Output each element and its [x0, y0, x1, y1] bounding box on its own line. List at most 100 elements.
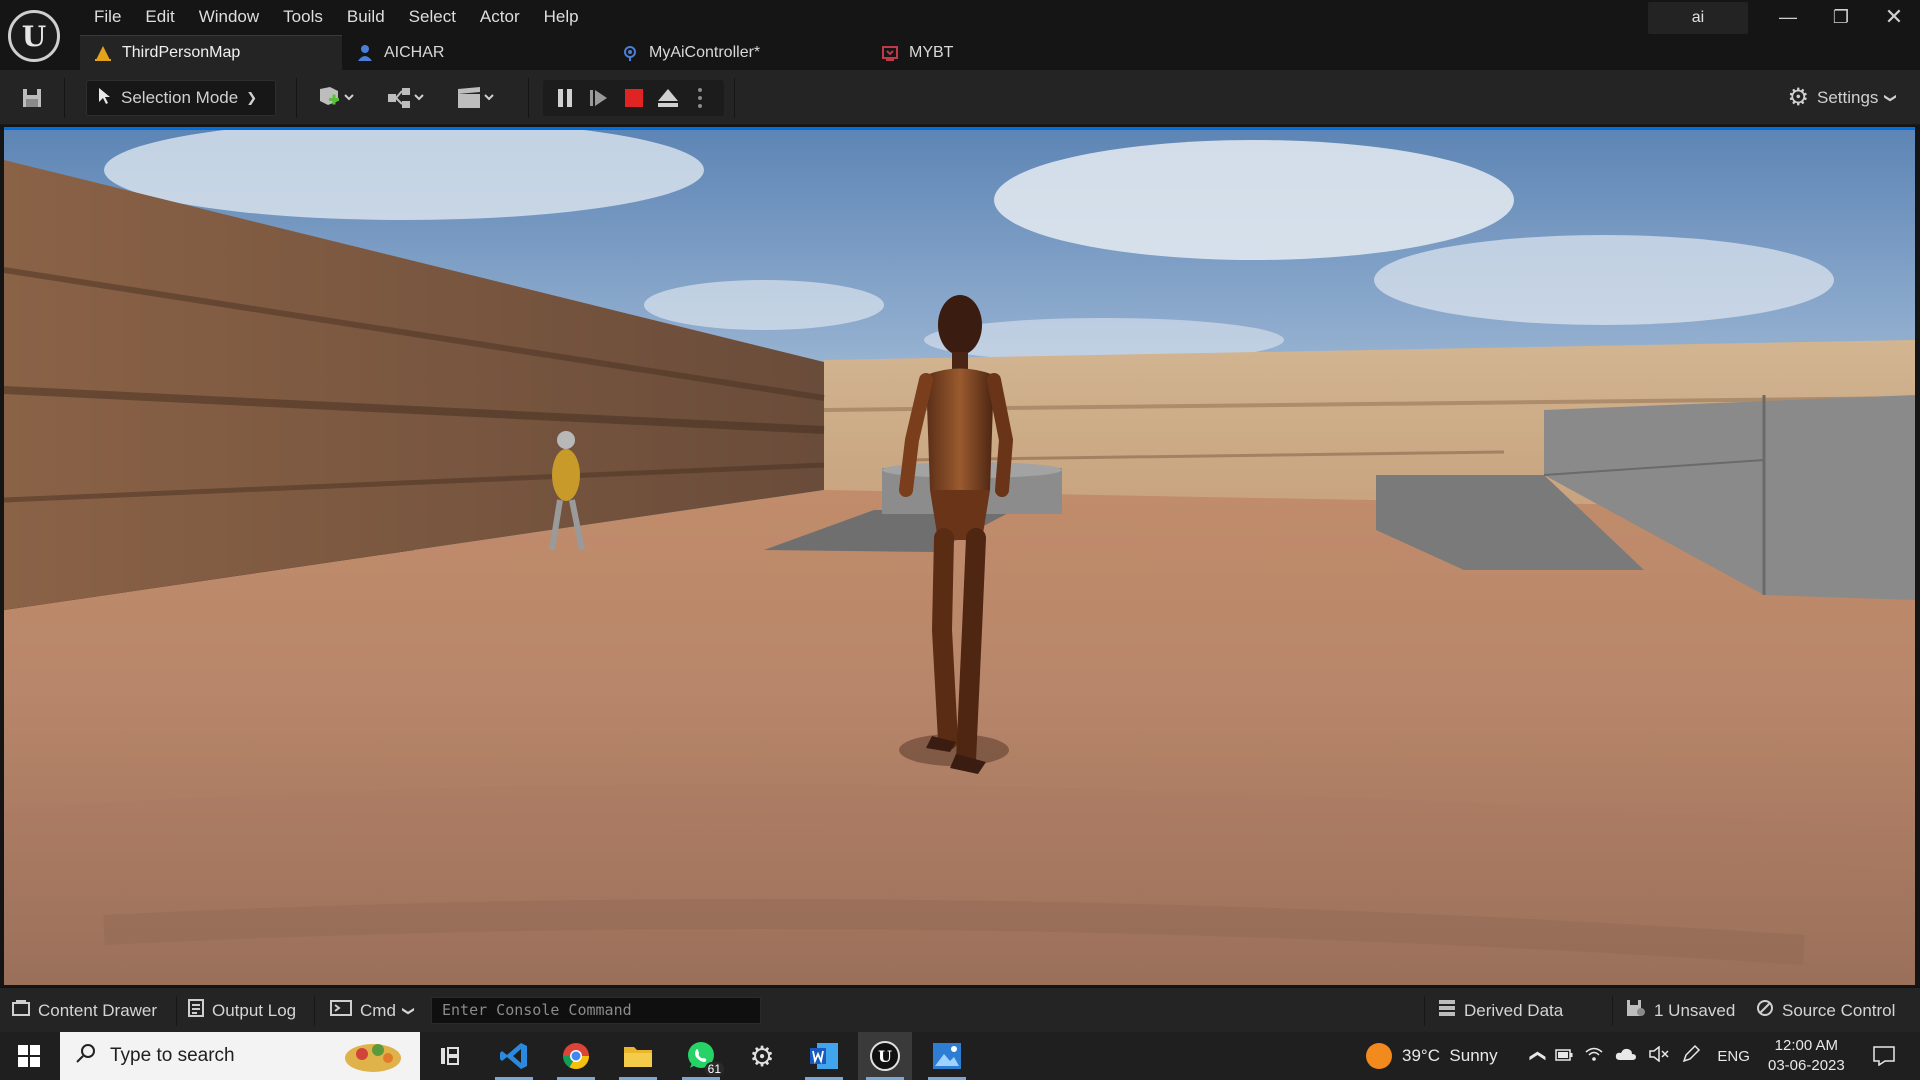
- tab-aichar[interactable]: AICHAR: [342, 35, 607, 70]
- tab-thirdpersonmap[interactable]: ThirdPersonMap: [80, 35, 342, 70]
- menu-build[interactable]: Build: [335, 5, 397, 29]
- menu-window[interactable]: Window: [187, 5, 271, 29]
- menu-edit[interactable]: Edit: [133, 5, 186, 29]
- selection-mode-dropdown[interactable]: Selection Mode ❯: [86, 80, 276, 116]
- cinematics-button[interactable]: [452, 80, 500, 116]
- step-frame-icon[interactable]: [585, 80, 613, 116]
- menu-select[interactable]: Select: [397, 5, 468, 29]
- weather-label: 39°C Sunny: [1402, 1046, 1498, 1065]
- level-toolbar: Selection Mode ❯ ⚙ Settings ❯: [0, 70, 1920, 125]
- tab-label: ThirdPersonMap: [122, 44, 241, 61]
- task-view-icon[interactable]: [424, 1032, 478, 1080]
- menu-tools[interactable]: Tools: [271, 5, 335, 29]
- onedrive-icon[interactable]: [1615, 1046, 1637, 1066]
- word-icon[interactable]: [797, 1032, 851, 1080]
- status-divider: [314, 996, 315, 1026]
- chevron-down-icon: ❯: [1884, 92, 1899, 104]
- menu-file[interactable]: File: [82, 5, 133, 29]
- database-icon: [1438, 999, 1456, 1022]
- vscode-icon[interactable]: [487, 1032, 541, 1080]
- toolbar-divider: [528, 78, 529, 118]
- unreal-editor-taskbar-icon[interactable]: U: [858, 1032, 912, 1080]
- output-log-label: Output Log: [212, 1000, 297, 1020]
- chevron-down-icon: ❯: [401, 1005, 416, 1016]
- language-indicator[interactable]: ENG: [1717, 1048, 1750, 1065]
- behavior-tree-icon: [881, 44, 899, 62]
- time-label: 12:00 AM: [1774, 1037, 1839, 1054]
- pause-icon[interactable]: [551, 80, 579, 116]
- eject-icon[interactable]: [654, 80, 682, 116]
- tab-myaicontroller[interactable]: MyAiController*: [607, 35, 867, 70]
- level-icon: [94, 44, 112, 62]
- taskbar-search-placeholder: Type to search: [110, 1045, 235, 1066]
- console-command-input[interactable]: Enter Console Command: [431, 997, 761, 1024]
- unsaved-label: 1 Unsaved: [1654, 1000, 1736, 1020]
- photos-icon[interactable]: [920, 1032, 974, 1080]
- save-icon[interactable]: [16, 80, 48, 116]
- menu-actor[interactable]: Actor: [468, 5, 532, 29]
- unsaved-file-icon: [1626, 999, 1646, 1022]
- windows-start-icon[interactable]: [0, 1032, 58, 1080]
- weather-widget[interactable]: 39°C Sunny: [1366, 1032, 1498, 1080]
- game-scene-image: [4, 130, 1915, 985]
- settings-button[interactable]: ⚙ Settings ❯: [1782, 80, 1902, 116]
- date-label: 03-06-2023: [1768, 1057, 1845, 1074]
- status-divider: [1612, 996, 1613, 1026]
- source-control-button[interactable]: Source Control: [1756, 988, 1895, 1033]
- selection-mode-label: Selection Mode: [121, 88, 239, 107]
- project-search-box[interactable]: ai: [1648, 2, 1748, 34]
- settings-label: Settings: [1817, 88, 1879, 107]
- blueprints-button[interactable]: [382, 80, 430, 116]
- close-icon[interactable]: ✕: [1879, 4, 1909, 30]
- cmd-dropdown[interactable]: Cmd ❯: [330, 988, 416, 1033]
- add-actor-button[interactable]: [312, 80, 360, 116]
- system-tray: ❯ ENG: [1527, 1032, 1750, 1080]
- settings-app-icon[interactable]: ⚙: [735, 1032, 789, 1080]
- more-options-icon[interactable]: [689, 80, 711, 116]
- chrome-icon[interactable]: [549, 1032, 603, 1080]
- search-highlight-icon: [338, 1036, 408, 1080]
- notification-badge: 61: [704, 1062, 724, 1076]
- source-control-label: Source Control: [1782, 1000, 1896, 1020]
- taskbar-search-box[interactable]: Type to search: [60, 1032, 420, 1080]
- clock[interactable]: 12:00 AM 03-06-2023: [1768, 1032, 1845, 1080]
- status-divider: [1424, 996, 1425, 1026]
- content-drawer-icon: [12, 999, 30, 1022]
- tab-mybt[interactable]: MYBT: [867, 35, 1067, 70]
- level-viewport[interactable]: [4, 127, 1915, 985]
- volume-muted-icon[interactable]: [1649, 1044, 1669, 1067]
- unsaved-button[interactable]: 1 Unsaved: [1626, 988, 1735, 1033]
- tab-label: MYBT: [909, 43, 954, 61]
- notifications-icon[interactable]: [1864, 1032, 1904, 1080]
- status-bar: Content Drawer Output Log Cmd ❯ Enter Co…: [0, 987, 1920, 1032]
- unreal-logo-icon[interactable]: U: [8, 10, 60, 62]
- main-menu: File Edit Window Tools Build Select Acto…: [82, 5, 591, 29]
- content-drawer-label: Content Drawer: [38, 1000, 158, 1020]
- content-drawer-button[interactable]: Content Drawer: [12, 988, 157, 1033]
- wifi-icon[interactable]: [1585, 1046, 1603, 1067]
- menu-help[interactable]: Help: [532, 5, 591, 29]
- stop-icon[interactable]: [620, 80, 648, 116]
- battery-icon[interactable]: [1555, 1046, 1573, 1066]
- search-icon: [76, 1043, 96, 1069]
- terminal-icon: [330, 1000, 352, 1021]
- title-bar: U File Edit Window Tools Build Select Ac…: [0, 0, 1920, 62]
- minimize-icon[interactable]: —: [1773, 4, 1803, 30]
- chevron-down-icon: ❯: [246, 90, 258, 105]
- character-icon: [356, 44, 374, 62]
- pen-icon[interactable]: [1681, 1044, 1701, 1069]
- whatsapp-icon[interactable]: 61: [674, 1032, 728, 1080]
- status-divider: [176, 996, 177, 1026]
- file-explorer-icon[interactable]: [611, 1032, 665, 1080]
- controller-icon: [621, 44, 639, 62]
- derived-data-label: Derived Data: [1464, 1000, 1564, 1020]
- derived-data-button[interactable]: Derived Data: [1438, 988, 1563, 1033]
- tab-label: AICHAR: [384, 43, 445, 61]
- cmd-label: Cmd: [360, 1000, 396, 1020]
- output-log-button[interactable]: Output Log: [188, 988, 296, 1033]
- document-tabs: ThirdPersonMap AICHAR MyAiController* MY…: [80, 35, 1067, 70]
- chevron-up-icon[interactable]: ❯: [1527, 1049, 1547, 1062]
- restore-icon[interactable]: ❐: [1826, 4, 1856, 30]
- source-control-disabled-icon: [1756, 999, 1774, 1022]
- cursor-icon: [97, 87, 113, 110]
